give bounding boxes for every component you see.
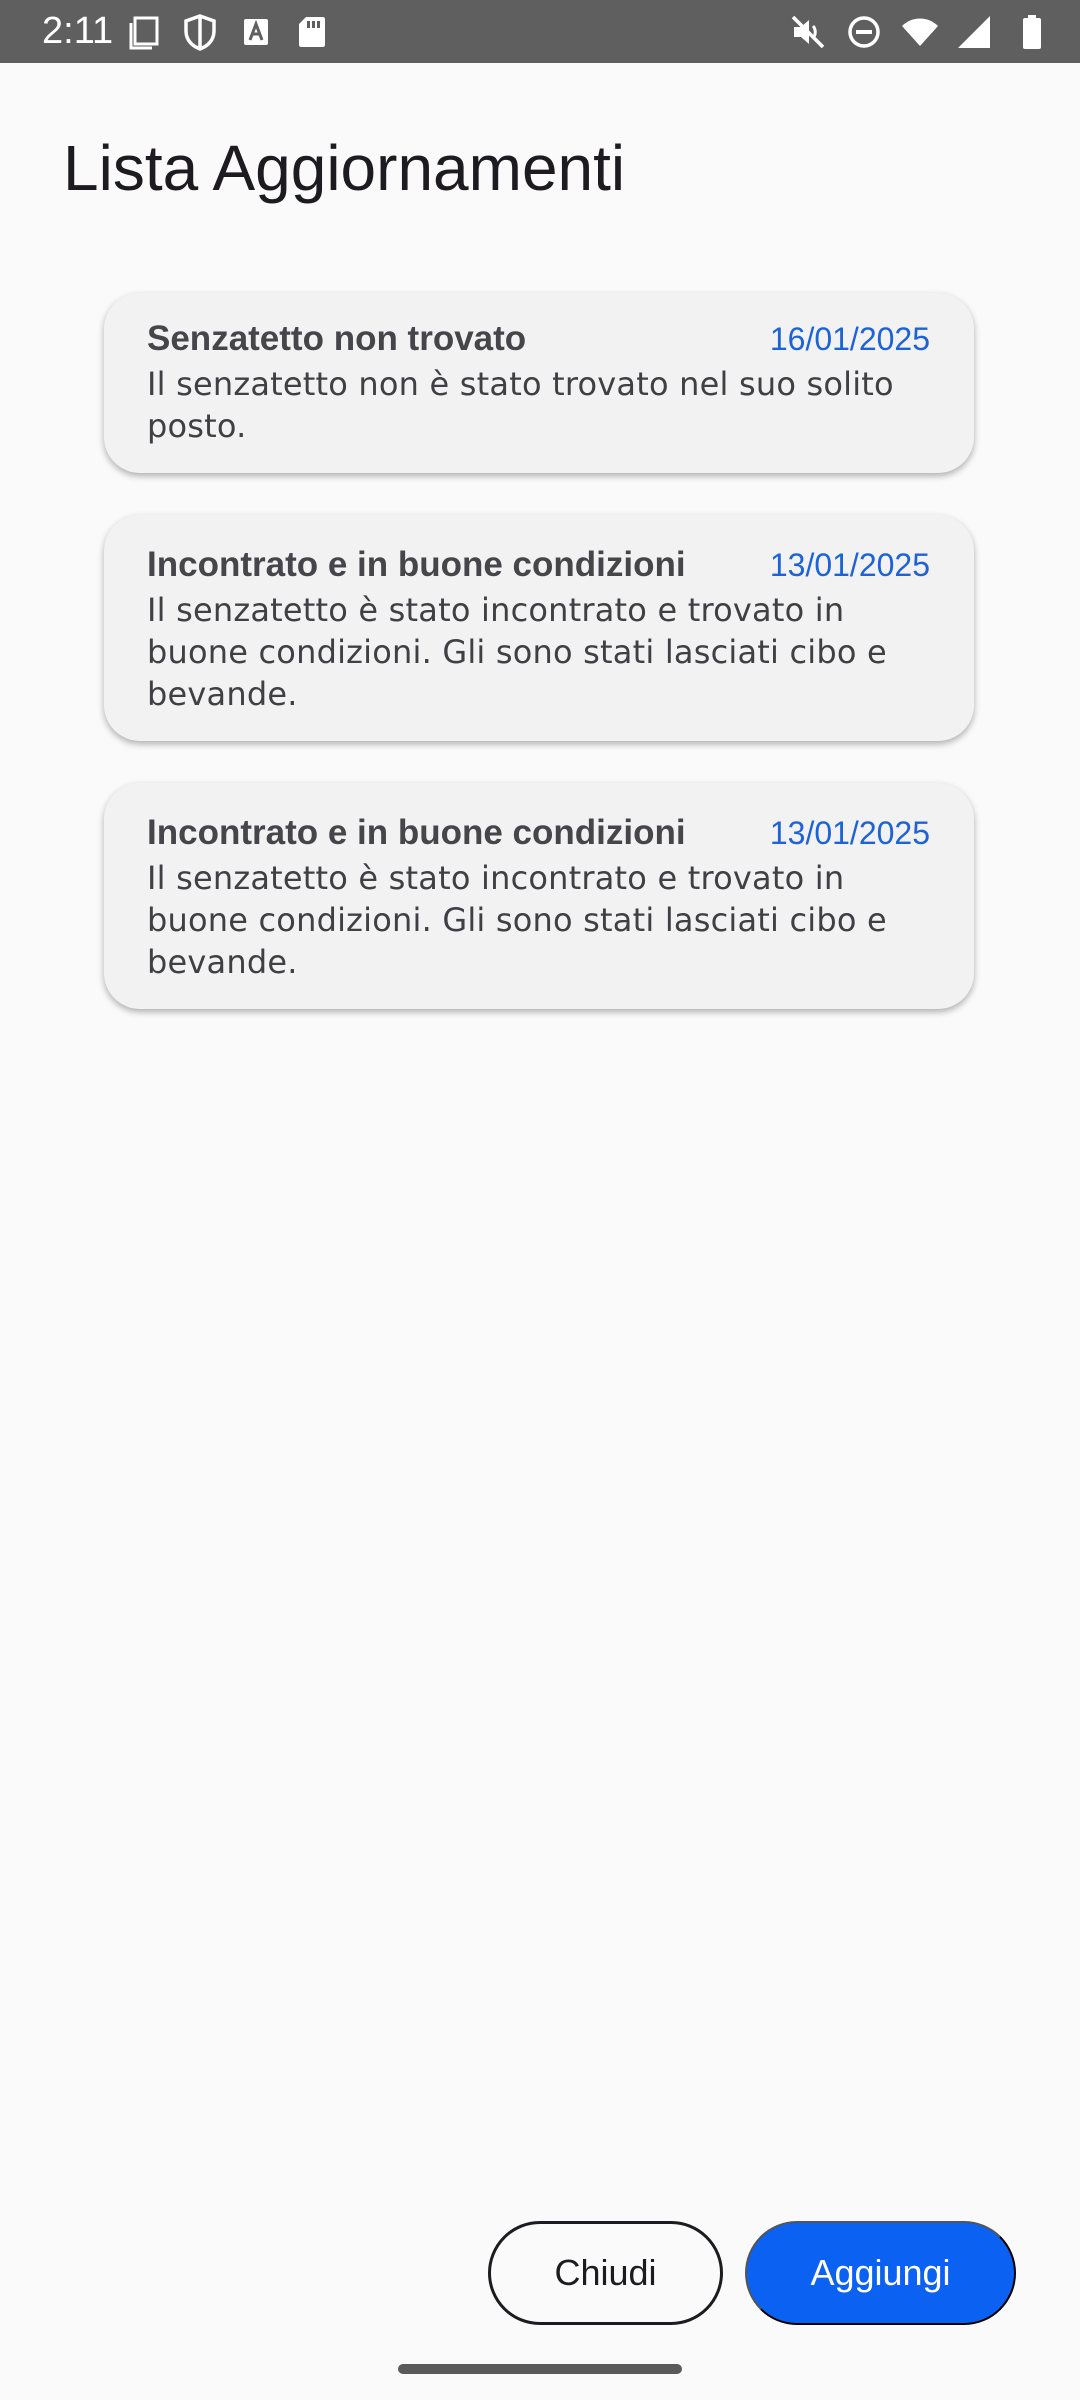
close-button[interactable]: Chiudi — [488, 2221, 723, 2325]
signal-icon — [956, 12, 996, 52]
update-title: Senzatetto non trovato — [147, 319, 527, 358]
update-title: Incontrato e in buone condizioni — [147, 545, 686, 584]
updates-list: Senzatetto non trovato 16/01/2025 Il sen… — [104, 293, 974, 1051]
battery-icon — [1012, 12, 1052, 52]
font-a-icon — [236, 12, 276, 52]
mute-icon — [788, 12, 828, 52]
update-date: 13/01/2025 — [769, 815, 930, 851]
update-date: 13/01/2025 — [769, 547, 930, 583]
update-description: Il senzatetto è stato incontrato e trova… — [147, 859, 887, 981]
gesture-nav-handle[interactable] — [398, 2364, 682, 2374]
page-title: Lista Aggiornamenti — [63, 132, 626, 204]
status-time: 2:11 — [42, 10, 114, 52]
status-bar: 2:11 — [0, 0, 1080, 63]
status-icons-right — [772, 12, 1052, 52]
shield-icon — [180, 12, 220, 52]
screenshot-icon — [124, 12, 164, 52]
update-card[interactable]: Incontrato e in buone condizioni 13/01/2… — [104, 783, 974, 1009]
update-card[interactable]: Senzatetto non trovato 16/01/2025 Il sen… — [104, 293, 974, 473]
update-description: Il senzatetto è stato incontrato e trova… — [147, 591, 887, 713]
update-date: 16/01/2025 — [769, 321, 930, 357]
status-icons-left — [124, 12, 348, 52]
do-not-disturb-icon — [844, 12, 884, 52]
update-card[interactable]: Incontrato e in buone condizioni 13/01/2… — [104, 515, 974, 741]
sd-card-icon — [292, 12, 332, 52]
add-button[interactable]: Aggiungi — [745, 2221, 1016, 2325]
wifi-icon — [900, 12, 940, 52]
update-title: Incontrato e in buone condizioni — [147, 813, 686, 852]
update-description: Il senzatetto non è stato trovato nel su… — [147, 365, 894, 445]
